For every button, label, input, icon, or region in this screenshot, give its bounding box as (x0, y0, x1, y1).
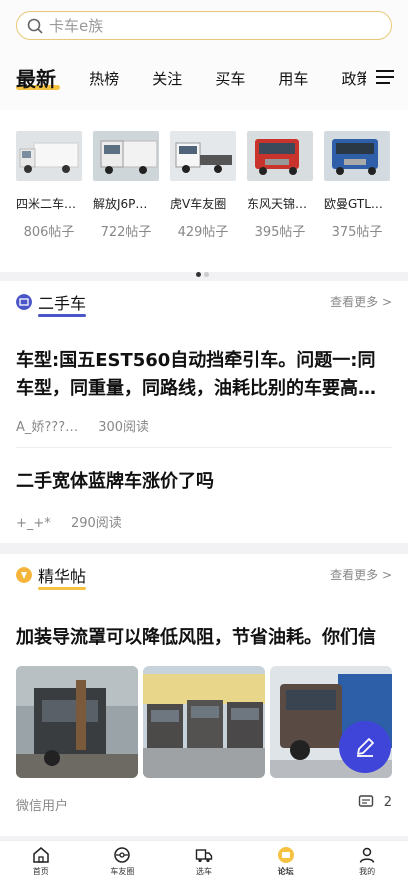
search-placeholder: 卡车e族 (49, 17, 104, 35)
post-meta: +_+* 290阅读 (16, 512, 138, 531)
circle-item[interactable]: 东风天锦… 395帖子 (247, 131, 315, 240)
steering-wheel-icon (114, 847, 131, 863)
post-meta: A_娇???… 300阅读 (16, 416, 165, 435)
section-title: 精华帖 (38, 563, 87, 590)
compose-button[interactable] (339, 721, 391, 773)
post-title[interactable]: 加装导流罩可以降低风阻，节省油耗。你们信 (16, 624, 388, 652)
used-car-section: 二手车 查看更多 > 车型:国五EST560自动挡牵引车。问题一:同车型，同重量… (0, 281, 408, 543)
featured-icon (16, 567, 32, 583)
used-car-icon (16, 294, 32, 310)
nav-label: 我的 (359, 867, 376, 876)
comment-count[interactable]: 2 (358, 794, 392, 810)
circle-item[interactable]: 四米二车… 806帖子 (16, 131, 84, 240)
circle-item[interactable]: 欧曼GTL… 375帖子 (324, 131, 392, 240)
circle-item[interactable]: 解放J6P… 722帖子 (93, 131, 161, 240)
view-more-link[interactable]: 查看更多 > (330, 293, 392, 310)
circle-post-count: 806帖子 (23, 225, 75, 240)
menu-icon[interactable] (376, 68, 394, 86)
home-icon (33, 847, 49, 863)
nav-forum[interactable]: 论坛 (245, 841, 327, 883)
truck-image (247, 131, 313, 181)
circle-post-count: 429帖子 (177, 225, 229, 240)
post-title[interactable]: 车型:国五EST560自动挡牵引车。问题一:同车型，同重量，同路线，油耗比别的车… (16, 347, 388, 403)
truck-image (93, 131, 159, 181)
circles-card: 四米二车… 806帖子 解放J6P… 722帖子 虎V车友圈 429帖子 东风天… (0, 96, 408, 277)
nav-label: 选车 (195, 867, 212, 876)
nav-label: 车友圈 (110, 867, 135, 876)
nav-label: 论坛 (277, 867, 294, 876)
circle-name: 东风天锦… (247, 197, 308, 211)
post-author: A_娇???… (16, 420, 79, 435)
circle-post-count: 395帖子 (254, 225, 306, 240)
nav-select-car[interactable]: 选车 (163, 841, 245, 883)
circle-name: 欧曼GTL… (324, 197, 383, 211)
post-meta: 微信用户 (16, 795, 84, 814)
carousel-indicator (196, 262, 212, 281)
nav-circles[interactable]: 车友圈 (82, 841, 164, 883)
post-photo[interactable] (16, 666, 138, 778)
search-bar[interactable]: 卡车e族 (16, 11, 392, 40)
circle-name: 四米二车… (16, 197, 77, 211)
user-icon (359, 847, 375, 863)
category-tabs: 最新 热榜 关注 买车 用车 政策 (16, 62, 366, 96)
truck-image (16, 131, 82, 181)
truck-image (170, 131, 236, 181)
nav-label: 首页 (32, 867, 49, 876)
forum-icon (277, 847, 294, 863)
pencil-icon (357, 738, 374, 757)
nav-home[interactable]: 首页 (0, 841, 82, 883)
post-author: 微信用户 (16, 799, 69, 814)
featured-section: 精华帖 查看更多 > 加装导流罩可以降低风阻，节省油耗。你们信 微信用户 2 (0, 554, 408, 836)
section-header: 二手车 (16, 290, 87, 317)
tab-following[interactable]: 关注 (152, 62, 182, 96)
post-reads: 300阅读 (98, 420, 150, 435)
truck-image (324, 131, 390, 181)
top-header: 卡车e族 最新 热榜 关注 买车 用车 政策 (0, 0, 408, 110)
circle-name: 虎V车友圈 (170, 197, 227, 211)
post-reads: 290阅读 (70, 516, 122, 531)
tab-buy-car[interactable]: 买车 (215, 62, 245, 96)
bottom-nav: 首页 车友圈 选车 论坛 我的 (0, 840, 408, 883)
circle-item[interactable]: 虎V车友圈 429帖子 (170, 131, 238, 240)
post-photo[interactable] (143, 666, 265, 778)
tab-hot[interactable]: 热榜 (89, 62, 119, 96)
truck-icon (195, 849, 213, 863)
view-more-link[interactable]: 查看更多 > (330, 566, 392, 583)
post-author: +_+* (16, 516, 51, 531)
search-icon (27, 18, 43, 34)
divider (16, 447, 392, 448)
section-title: 二手车 (38, 290, 87, 317)
tab-latest[interactable]: 最新 (16, 62, 60, 96)
circle-post-count: 375帖子 (331, 225, 383, 240)
tab-use-car[interactable]: 用车 (278, 62, 308, 96)
comment-number: 2 (383, 794, 392, 810)
circle-post-count: 722帖子 (100, 225, 152, 240)
post-title[interactable]: 二手宽体蓝牌车涨价了吗 (16, 468, 388, 496)
comment-icon (358, 795, 373, 807)
tab-policy[interactable]: 政策 (342, 62, 366, 96)
circle-name: 解放J6P… (93, 197, 148, 211)
section-header: 精华帖 (16, 563, 87, 590)
nav-profile[interactable]: 我的 (326, 841, 408, 883)
